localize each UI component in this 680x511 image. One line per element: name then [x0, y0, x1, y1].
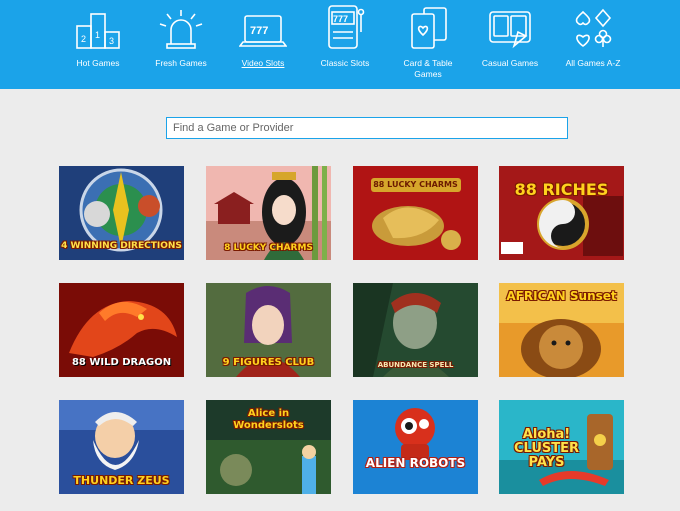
- nav-label: All Games A-Z: [565, 58, 621, 68]
- game-artwork: [353, 400, 478, 494]
- game-title: THUNDER ZEUS: [73, 474, 170, 487]
- game-title: 8 LUCKY CHARMS: [224, 243, 313, 253]
- nav-all-games-a-z[interactable]: All Games A-Z: [558, 0, 628, 89]
- svg-text:777: 777: [250, 25, 268, 37]
- game-tile-thunder-zeus[interactable]: THUNDER ZEUS: [59, 400, 184, 494]
- siren-icon: [157, 8, 205, 50]
- svg-text:3: 3: [109, 36, 114, 46]
- nav-label: Hot Games: [76, 58, 120, 68]
- nav-fresh-games[interactable]: Fresh Games: [146, 0, 216, 89]
- nav-classic-slots[interactable]: 777 Classic Slots: [310, 0, 380, 89]
- game-title: Aloha! CLUSTER PAYS: [513, 427, 580, 470]
- nav-card-table-games[interactable]: Card & Table Games: [393, 0, 463, 89]
- game-title: 4 WINNING DIRECTIONS: [61, 241, 182, 251]
- game-title: ALIEN ROBOTS: [365, 456, 466, 470]
- game-title: 88 RICHES: [514, 180, 609, 199]
- game-tile-alien-robots[interactable]: ALIEN ROBOTS: [353, 400, 478, 494]
- game-tile-african-sunset[interactable]: AFRICAN Sunset: [499, 283, 624, 377]
- podium-icon: 1 2 3: [74, 8, 122, 50]
- game-title: 9 FIGURES CLUB: [222, 357, 315, 368]
- game-tile-9-figures-club[interactable]: 9 FIGURES CLUB: [206, 283, 331, 377]
- game-title: 88 LUCKY CHARMS: [373, 180, 458, 189]
- search-input[interactable]: [166, 117, 568, 139]
- game-tile-abundance-spell[interactable]: ABUNDANCE SPELL: [353, 283, 478, 377]
- game-title: Alice in Wonderslots: [233, 408, 304, 431]
- game-tile-88-riches[interactable]: 88 RICHES: [499, 166, 624, 260]
- svg-text:2: 2: [81, 34, 86, 44]
- game-title: 88 WILD DRAGON: [71, 357, 172, 368]
- nav-casual-games[interactable]: Casual Games: [475, 0, 545, 89]
- nav-video-slots[interactable]: 777 Video Slots: [228, 0, 298, 89]
- nav-label: Video Slots: [241, 58, 285, 68]
- laptop-slot-icon: 777: [238, 8, 288, 50]
- game-tile-aloha-cluster-pays[interactable]: Aloha! CLUSTER PAYS: [499, 400, 624, 494]
- svg-text:1: 1: [95, 30, 100, 40]
- game-tile-alice-in-wonderslots[interactable]: Alice in Wonderslots: [206, 400, 331, 494]
- slot-machine-icon: 777: [321, 4, 369, 50]
- svg-text:777: 777: [333, 14, 348, 24]
- casual-cards-icon: [486, 8, 534, 50]
- card-suits-icon: [569, 8, 617, 50]
- nav-label: Classic Slots: [320, 58, 370, 68]
- nav-label: Fresh Games: [155, 58, 207, 68]
- playing-cards-icon: [404, 6, 452, 50]
- nav-hot-games[interactable]: 1 2 3 Hot Games: [63, 0, 133, 89]
- nav-label: Casual Games: [481, 58, 539, 68]
- game-tile-88-lucky-charms[interactable]: 88 LUCKY CHARMS: [353, 166, 478, 260]
- nav-label: Card & Table Games: [403, 58, 453, 79]
- game-tile-4-winning-directions[interactable]: 4 WINNING DIRECTIONS: [59, 166, 184, 260]
- game-tile-8-lucky-charms[interactable]: 8 LUCKY CHARMS: [206, 166, 331, 260]
- game-title: AFRICAN Sunset: [506, 289, 617, 303]
- game-tile-88-wild-dragon[interactable]: 88 WILD DRAGON: [59, 283, 184, 377]
- category-nav: 1 2 3 Hot Games Fresh Games 777 Video Sl…: [0, 0, 680, 89]
- game-title: ABUNDANCE SPELL: [377, 361, 454, 369]
